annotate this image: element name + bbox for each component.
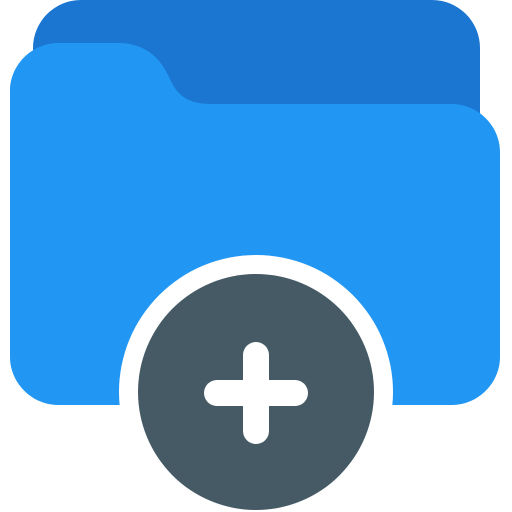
add-folder-graphic	[10, 0, 500, 512]
add-folder-icon	[0, 0, 512, 512]
